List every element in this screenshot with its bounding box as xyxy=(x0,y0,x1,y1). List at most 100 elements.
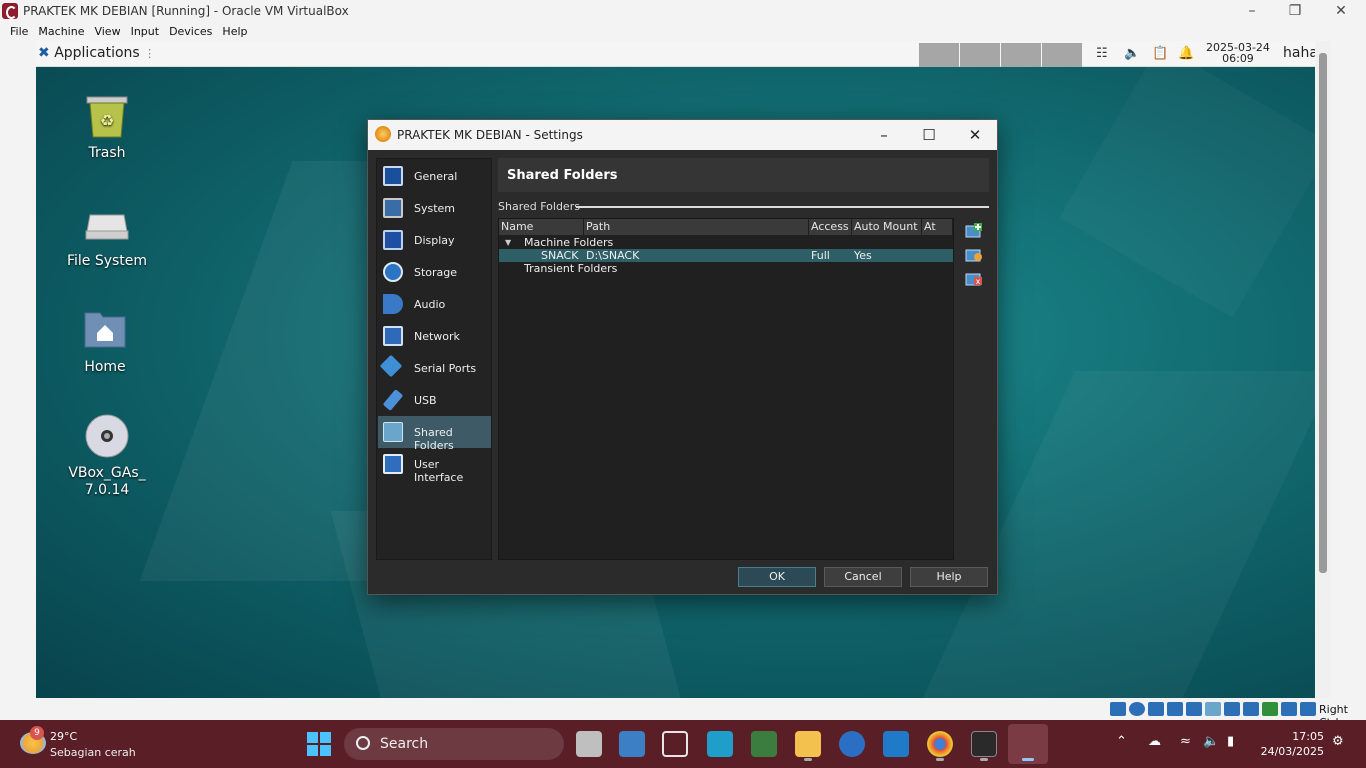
vbox-status-bar: Right Ctrl xyxy=(0,698,1366,729)
scrollbar-thumb[interactable] xyxy=(1319,53,1327,573)
mouse-integration-icon[interactable] xyxy=(1281,701,1297,716)
applications-menu[interactable]: ✖ Applications ⋮ xyxy=(38,45,155,61)
file-explorer-icon[interactable] xyxy=(795,731,821,757)
col-access[interactable]: Access xyxy=(809,219,852,235)
battery-icon[interactable]: ▮ xyxy=(1227,734,1234,749)
network-icon[interactable]: ☷ xyxy=(1096,46,1108,61)
nav-network[interactable]: Network xyxy=(378,320,491,352)
workspace-2[interactable] xyxy=(960,43,1000,67)
wifi-icon[interactable]: ≈ xyxy=(1180,734,1191,749)
chrome-icon[interactable] xyxy=(927,731,953,757)
cpu-status-icon[interactable] xyxy=(1262,701,1278,716)
guest-user-menu[interactable]: haha xyxy=(1283,45,1315,61)
nav-usb[interactable]: USB xyxy=(378,384,491,416)
close-button[interactable]: ✕ xyxy=(1318,0,1364,22)
taskbar-search[interactable]: Search xyxy=(344,728,564,760)
start-button[interactable] xyxy=(307,732,331,756)
machine-folders-row[interactable]: ▼ Machine Folders xyxy=(499,236,953,249)
dialog-close-button[interactable]: ✕ xyxy=(952,120,998,150)
shared-folders-table[interactable]: Name Path Access Auto Mount At ▼ Machine… xyxy=(498,218,954,560)
workspace-1[interactable] xyxy=(919,43,959,67)
transient-folders-row[interactable]: Transient Folders xyxy=(499,262,953,275)
audio-status-icon[interactable] xyxy=(1148,701,1164,716)
control-panel-icon[interactable] xyxy=(619,731,645,757)
task-view-icon[interactable] xyxy=(576,731,602,757)
dialog-maximize-button[interactable]: ☐ xyxy=(906,120,952,150)
add-folder-icon[interactable] xyxy=(965,222,983,238)
hdd-status-icon[interactable] xyxy=(1110,701,1126,716)
help-button[interactable]: Help xyxy=(910,567,988,587)
network-status-icon[interactable] xyxy=(1167,701,1183,716)
keyboard-capture-icon[interactable] xyxy=(1300,701,1316,716)
section-title: Shared Folders xyxy=(498,158,989,192)
menu-help[interactable]: Help xyxy=(217,22,252,41)
cd-icon xyxy=(84,413,130,459)
nav-general[interactable]: General xyxy=(378,160,491,192)
col-auto-mount[interactable]: Auto Mount xyxy=(852,219,922,235)
workspace-4[interactable] xyxy=(1042,43,1082,67)
menu-machine[interactable]: Machine xyxy=(33,22,89,41)
ok-button[interactable]: OK xyxy=(738,567,816,587)
notification-bell-icon[interactable]: 🔔 xyxy=(1178,46,1194,61)
power-automate-icon[interactable] xyxy=(707,731,733,757)
onedrive-error-icon[interactable]: ☁ xyxy=(1148,734,1161,749)
nav-storage[interactable]: Storage xyxy=(378,256,491,288)
system-clock[interactable]: 17:05 24/03/2025 xyxy=(1258,729,1324,759)
file-system-label: File System xyxy=(66,253,148,269)
shared-folder-status-icon[interactable] xyxy=(1205,701,1221,716)
menu-input[interactable]: Input xyxy=(126,22,164,41)
speaker-icon[interactable]: 🔈 xyxy=(1203,734,1219,749)
volume-icon[interactable]: 🔈 xyxy=(1124,46,1140,61)
workspace-3[interactable] xyxy=(1001,43,1041,67)
cancel-button[interactable]: Cancel xyxy=(824,567,902,587)
display-status-icon[interactable] xyxy=(1224,701,1240,716)
desktop-trash[interactable]: ♻ Trash xyxy=(57,93,157,161)
guest-clock[interactable]: 2025-03-24 06:09 xyxy=(1206,42,1270,64)
remove-folder-icon[interactable]: x xyxy=(965,270,983,286)
desktop-vbox-gas[interactable]: VBox_GAs_7.0.14 xyxy=(57,413,157,499)
edit-folder-icon[interactable] xyxy=(965,246,983,262)
menu-file[interactable]: File xyxy=(0,22,33,41)
col-name[interactable]: Name xyxy=(499,219,584,235)
menu-devices[interactable]: Devices xyxy=(164,22,217,41)
nav-user-interface[interactable]: User Interface xyxy=(378,448,491,484)
usb-icon xyxy=(382,389,404,411)
nav-audio[interactable]: Audio xyxy=(378,288,491,320)
clock-time: 17:05 xyxy=(1292,730,1324,743)
vscode-icon[interactable] xyxy=(883,731,909,757)
desktop-home[interactable]: Home xyxy=(55,307,155,375)
nav-display[interactable]: Display xyxy=(378,224,491,256)
dialog-minimize-button[interactable]: – xyxy=(861,120,907,150)
chrome-indicator xyxy=(936,758,944,761)
terminal-icon[interactable] xyxy=(971,731,997,757)
restore-button[interactable]: ❐ xyxy=(1272,0,1318,22)
expand-arrow-icon[interactable]: ▼ xyxy=(505,236,511,249)
menu-view[interactable]: View xyxy=(89,22,125,41)
minimize-button[interactable]: – xyxy=(1229,0,1275,22)
weather-widget[interactable]: 9 29°C Sebagian cerah xyxy=(18,726,168,762)
col-at[interactable]: At xyxy=(922,219,953,235)
onedrive-icon[interactable] xyxy=(839,731,865,757)
virtualbox-vm-indicator xyxy=(1022,758,1034,761)
network-monitor-icon xyxy=(383,326,403,346)
notifications-icon[interactable]: ⚙ xyxy=(1332,734,1344,749)
row-path: D:\SNACK xyxy=(586,249,640,262)
snipping-tool-icon[interactable] xyxy=(751,731,777,757)
row-auto-mount: Yes xyxy=(854,249,872,262)
optical-status-icon[interactable] xyxy=(1129,701,1145,716)
guest-scrollbar[interactable] xyxy=(1316,41,1330,698)
chevron-up-icon[interactable]: ⌃ xyxy=(1116,734,1127,749)
usb-status-icon[interactable] xyxy=(1186,701,1202,716)
desktop-file-system[interactable]: File System xyxy=(57,201,157,269)
virtualbox-cube-icon[interactable] xyxy=(662,731,688,757)
nav-system[interactable]: System xyxy=(378,192,491,224)
nav-serial-ports[interactable]: Serial Ports xyxy=(378,352,491,384)
recording-status-icon[interactable] xyxy=(1243,701,1259,716)
clipboard-icon[interactable]: 📋 xyxy=(1152,46,1168,61)
table-row[interactable]: SNACK D:\SNACK Full Yes xyxy=(499,249,953,262)
nav-shared-folders[interactable]: Shared Folders xyxy=(378,416,491,452)
guest-time: 06:09 xyxy=(1222,52,1254,65)
group-separator xyxy=(576,206,989,208)
col-path[interactable]: Path xyxy=(584,219,809,235)
machine-folders-label: Machine Folders xyxy=(524,236,614,249)
